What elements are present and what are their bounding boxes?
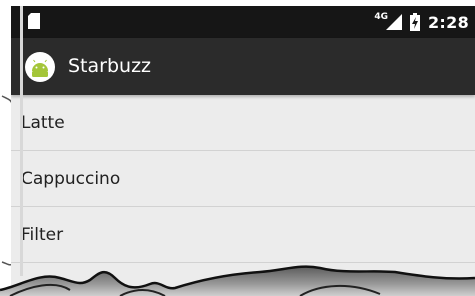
status-bar: 4G 2:28 bbox=[11, 6, 475, 38]
list-item-label: Cappuccino bbox=[21, 168, 121, 189]
signal-icon bbox=[386, 14, 402, 30]
phone-edge bbox=[20, 6, 23, 276]
app-title: Starbuzz bbox=[68, 55, 152, 77]
status-time: 2:28 bbox=[428, 12, 469, 32]
battery-charging-icon bbox=[410, 13, 420, 31]
app-bar: Starbuzz bbox=[11, 38, 475, 95]
sim-card-icon bbox=[28, 13, 40, 29]
list-item-label: Latte bbox=[21, 112, 65, 133]
android-icon bbox=[25, 52, 55, 82]
list-item[interactable]: Latte bbox=[11, 95, 475, 151]
torn-edge-decoration bbox=[0, 265, 475, 296]
network-type-label: 4G bbox=[374, 12, 388, 22]
drink-list: Latte Cappuccino Filter bbox=[11, 95, 475, 263]
list-item[interactable]: Cappuccino bbox=[11, 151, 475, 207]
list-item-label: Filter bbox=[21, 224, 64, 245]
